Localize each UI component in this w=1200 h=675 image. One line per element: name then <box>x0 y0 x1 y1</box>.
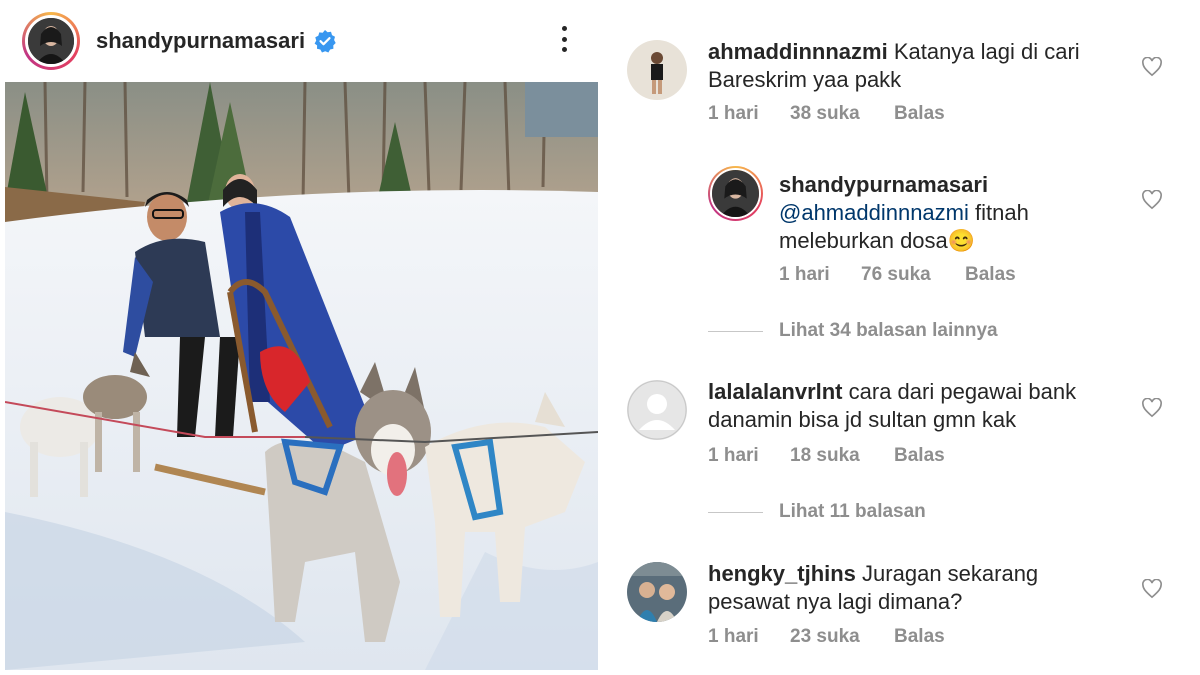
comment-text: lalalalanvrlnt cara dari pegawai bank da… <box>708 378 1148 434</box>
comment-likes[interactable]: 18 suka <box>790 445 894 467</box>
post-photo[interactable] <box>5 82 598 670</box>
reply-reply-button[interactable]: Balas <box>965 264 1016 286</box>
comment-avatar[interactable] <box>627 562 687 622</box>
reply-time: 1 hari <box>779 264 830 285</box>
default-avatar-icon[interactable] <box>627 380 687 440</box>
divider-line <box>708 330 763 332</box>
reply-message: fitnah <box>975 200 1029 225</box>
verified-badge-icon <box>313 29 337 53</box>
comment-username[interactable]: ahmaddinnnazmi <box>708 39 888 64</box>
view-replies-button[interactable]: Lihat 34 balasan lainnya <box>708 320 998 342</box>
post-header: shandypurnamasari <box>0 0 605 82</box>
comment-meta: 1 hari 23 suka Balas <box>708 626 945 648</box>
comment-message-line2: danamin bisa jd sultan gmn kak <box>708 407 1017 432</box>
comment-username[interactable]: lalalalanvrlnt <box>708 379 843 404</box>
comment-meta: 1 hari 38 suka Balas <box>708 103 945 125</box>
reply-meta: 1 hari 76 suka Balas <box>779 264 1016 286</box>
comment-text: hengky_tjhins Juragan sekarang pesawat n… <box>708 560 1148 616</box>
comment-message: cara dari pegawai bank <box>848 379 1077 404</box>
comment-message-line2: Bareskrim yaa pakk <box>708 67 902 92</box>
reply-avatar[interactable] <box>708 166 763 221</box>
heart-icon[interactable] <box>1141 398 1163 418</box>
comment-message-line2: pesawat nya lagi dimana? <box>708 589 963 614</box>
comment-text: ahmaddinnnazmi Katanya lagi di cari Bare… <box>708 38 1148 94</box>
reply-text: shandypurnamasari @ahmaddinnnazmi fitnah… <box>779 171 1139 255</box>
reply-message-line2: meleburkan dosa <box>779 228 948 253</box>
heart-icon[interactable] <box>1141 579 1163 599</box>
reply-likes[interactable]: 76 suka <box>861 264 965 286</box>
smile-emoji: 😊 <box>947 228 976 253</box>
view-replies-label[interactable]: Lihat 11 balasan <box>779 501 926 523</box>
more-options-icon[interactable] <box>550 22 578 56</box>
view-replies-button[interactable]: Lihat 11 balasan <box>708 501 926 523</box>
comment-avatar[interactable] <box>627 40 687 100</box>
comment-username[interactable]: hengky_tjhins <box>708 561 856 586</box>
comment-time: 1 hari <box>708 626 759 647</box>
comment-likes[interactable]: 38 suka <box>790 103 894 125</box>
heart-icon[interactable] <box>1141 190 1163 210</box>
divider-line <box>708 511 763 513</box>
reply-username[interactable]: shandypurnamasari <box>779 172 988 197</box>
comment-time: 1 hari <box>708 445 759 466</box>
view-replies-label[interactable]: Lihat 34 balasan lainnya <box>779 320 998 342</box>
heart-icon[interactable] <box>1141 57 1163 77</box>
comment-message: Katanya lagi di cari <box>893 39 1080 64</box>
post-author-avatar[interactable] <box>22 12 80 70</box>
post-author-username[interactable]: shandypurnamasari <box>96 28 305 54</box>
comment-likes[interactable]: 23 suka <box>790 626 894 648</box>
reply-mention[interactable]: @ahmaddinnnazmi <box>779 200 969 225</box>
reply-button[interactable]: Balas <box>894 445 945 467</box>
reply-button[interactable]: Balas <box>894 626 945 648</box>
comment-message: Juragan sekarang <box>862 561 1039 586</box>
comment-time: 1 hari <box>708 103 759 124</box>
reply-button[interactable]: Balas <box>894 103 945 125</box>
comment-meta: 1 hari 18 suka Balas <box>708 445 945 467</box>
